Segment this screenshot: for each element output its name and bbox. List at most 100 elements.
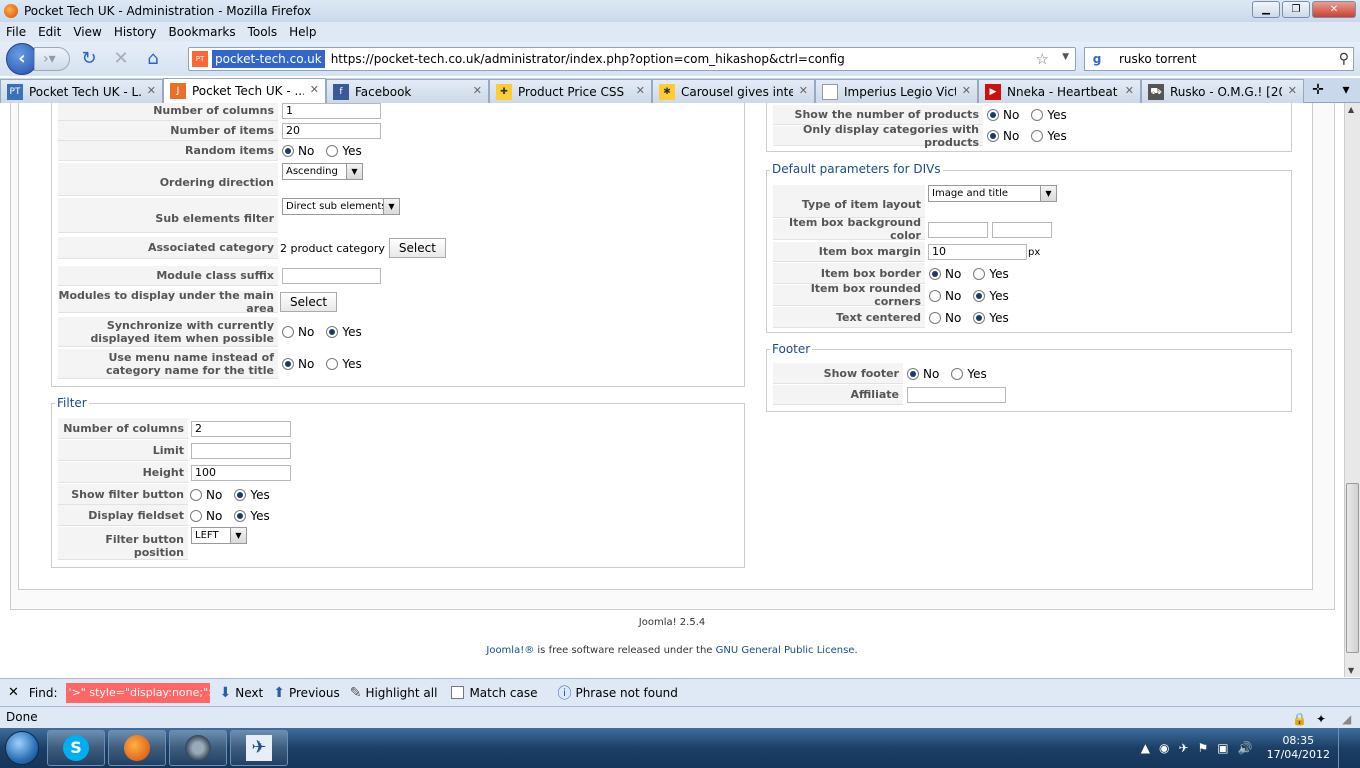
filter-button-position-select[interactable]: LEFT ▼ (191, 527, 247, 544)
tab-facebook[interactable]: f Facebook ✕ (326, 79, 489, 103)
menu-tools[interactable]: Tools (248, 25, 278, 39)
synchronize-no-radio[interactable] (282, 326, 294, 338)
menu-view[interactable]: View (73, 25, 101, 39)
close-find-icon[interactable]: ✕ (8, 685, 19, 700)
tab-pocket-tech-2[interactable]: J Pocket Tech UK - ... ✕ (163, 78, 326, 103)
only-display-categories-yes-radio[interactable] (1031, 130, 1044, 142)
display-fieldset-yes-radio[interactable] (234, 509, 247, 522)
tab-rusko[interactable]: ⛟Rusko - O.M.G.! [20...✕ (1141, 79, 1304, 103)
ordering-direction-select[interactable]: Ascending ▼ (282, 163, 363, 180)
addon-icon[interactable]: ✦ (1316, 709, 1326, 729)
joomla-link[interactable]: Joomla!® (486, 645, 534, 656)
url-text[interactable]: https://pocket-tech.co.uk/administrator/… (331, 52, 845, 66)
menu-history[interactable]: History (114, 25, 157, 39)
synchronize-yes-radio[interactable] (326, 326, 339, 338)
url-bar[interactable]: PT pocket-tech.co.uk https://pocket-tech… (188, 47, 1076, 71)
start-button[interactable] (0, 728, 44, 768)
menu-help[interactable]: Help (289, 25, 316, 39)
item-box-rounded-yes-radio[interactable] (973, 289, 986, 302)
show-desktop-button[interactable] (1338, 728, 1352, 768)
number-of-items-input[interactable]: 20 (282, 123, 381, 139)
filter-limit-input[interactable] (191, 442, 291, 459)
match-case-checkbox[interactable]: Match case (451, 686, 537, 700)
find-next-button[interactable]: ⬇ Next (220, 685, 264, 701)
item-box-rounded-no-radio[interactable] (929, 289, 941, 302)
random-items-yes-radio[interactable] (326, 145, 339, 157)
bookmark-star-icon[interactable]: ☆ (1036, 50, 1049, 68)
show-filter-button-yes-radio[interactable] (234, 488, 247, 501)
tab-close-icon[interactable]: ✕ (962, 84, 971, 97)
filter-height-input[interactable]: 100 (191, 464, 291, 481)
item-box-bg-color-input[interactable] (928, 221, 988, 238)
menu-edit[interactable]: Edit (38, 25, 61, 39)
taskbar-skype[interactable]: S (47, 730, 105, 766)
scroll-down-icon[interactable]: ▼ (1348, 666, 1354, 675)
url-dropdown-icon[interactable]: ▼ (1062, 52, 1069, 62)
network-globe-icon[interactable]: ◉ (1159, 741, 1169, 755)
item-box-border-no-radio[interactable] (929, 267, 941, 280)
show-hidden-icons-icon[interactable]: ▲ (1141, 741, 1150, 755)
forward-button[interactable]: ›▾ (34, 47, 70, 71)
show-footer-no-radio[interactable] (907, 367, 919, 380)
use-menu-name-yes-radio[interactable] (326, 358, 339, 370)
site-identity-badge[interactable]: pocket-tech.co.uk (212, 50, 325, 68)
use-menu-name-no-radio[interactable] (282, 358, 294, 370)
taskbar-media[interactable] (169, 730, 227, 766)
clock[interactable]: 08:35 17/04/2012 (1267, 734, 1330, 762)
show-number-products-no-radio[interactable] (987, 109, 999, 121)
google-icon[interactable]: g (1089, 51, 1105, 67)
affiliate-input[interactable] (907, 387, 1006, 403)
tab-list-icon[interactable]: ▾ (1332, 78, 1360, 102)
item-box-margin-input[interactable]: 10 (928, 244, 1027, 260)
tab-carousel[interactable]: ✱Carousel gives inte...✕ (652, 79, 815, 103)
tab-close-icon[interactable]: ✕ (1288, 84, 1297, 97)
volume-icon[interactable]: 🔊 (1238, 741, 1253, 755)
filter-number-of-columns-input[interactable]: 2 (191, 420, 291, 437)
show-filter-button-no-radio[interactable] (190, 488, 202, 501)
close-window-button[interactable]: ✕ (1312, 1, 1356, 18)
resize-grip-icon[interactable]: ◢ (1342, 709, 1351, 729)
module-class-suffix-input[interactable] (282, 268, 381, 284)
item-box-border-yes-radio[interactable] (973, 267, 986, 280)
tab-pocket-tech-1[interactable]: PT Pocket Tech UK - L... ✕ (0, 79, 163, 103)
reload-icon[interactable]: ↻ (76, 46, 102, 72)
type-of-item-layout-select[interactable]: Image and title ▼ (928, 185, 1057, 202)
lock-icon[interactable]: 🔒 (1292, 709, 1307, 729)
network-icon[interactable]: ▣ (1217, 741, 1228, 755)
scrollbar-thumb[interactable] (1346, 483, 1359, 653)
taskbar-firefox[interactable] (108, 730, 166, 766)
modules-under-main-select-button[interactable]: Select (280, 292, 338, 312)
tab-close-icon[interactable]: ✕ (799, 84, 808, 97)
show-number-products-yes-radio[interactable] (1031, 109, 1044, 121)
menu-file[interactable]: File (6, 25, 26, 39)
search-bar[interactable]: g rusko torrent ⚲ (1084, 47, 1354, 71)
menu-bookmarks[interactable]: Bookmarks (169, 25, 236, 39)
search-icon[interactable]: ⚲ (1339, 51, 1349, 67)
find-previous-button[interactable]: ⬆ Previous (273, 685, 339, 701)
tab-close-icon[interactable]: ✕ (636, 84, 645, 97)
find-input[interactable]: '>" style="display:none;"> (65, 682, 210, 703)
maximize-button[interactable]: ❐ (1282, 1, 1310, 18)
tab-nneka[interactable]: ▶Nneka - Heartbeat ...✕ (978, 79, 1141, 103)
gpl-link[interactable]: GNU General Public License (716, 645, 855, 656)
tab-close-icon[interactable]: ✕ (1125, 84, 1134, 97)
tab-product-price-css[interactable]: ✚ Product Price CSS ✕ (489, 79, 652, 103)
number-of-columns-input[interactable]: 1 (282, 103, 381, 119)
taskbar-app[interactable]: ✈ (230, 730, 288, 766)
search-input[interactable]: rusko torrent (1119, 52, 1197, 66)
random-items-no-radio[interactable] (282, 145, 294, 157)
minimize-button[interactable]: ▁ (1252, 1, 1280, 18)
sub-elements-filter-select[interactable]: Direct sub elements ▼ (282, 198, 400, 215)
item-box-bg-color-preview[interactable] (992, 221, 1052, 238)
tab-imperius[interactable]: Imperius Legio Vict...✕ (815, 79, 978, 103)
stop-icon[interactable]: ✕ (108, 46, 134, 72)
home-icon[interactable]: ⌂ (140, 46, 166, 72)
associated-category-select-button[interactable]: Select (388, 238, 446, 258)
text-centered-no-radio[interactable] (929, 311, 941, 324)
tab-close-icon[interactable]: ✕ (473, 84, 482, 97)
display-fieldset-no-radio[interactable] (190, 509, 202, 522)
vertical-scrollbar[interactable]: ▲ ▼ (1344, 103, 1360, 677)
tab-close-icon[interactable]: ✕ (147, 84, 156, 97)
scroll-up-icon[interactable]: ▲ (1348, 105, 1354, 114)
text-centered-yes-radio[interactable] (973, 311, 986, 324)
